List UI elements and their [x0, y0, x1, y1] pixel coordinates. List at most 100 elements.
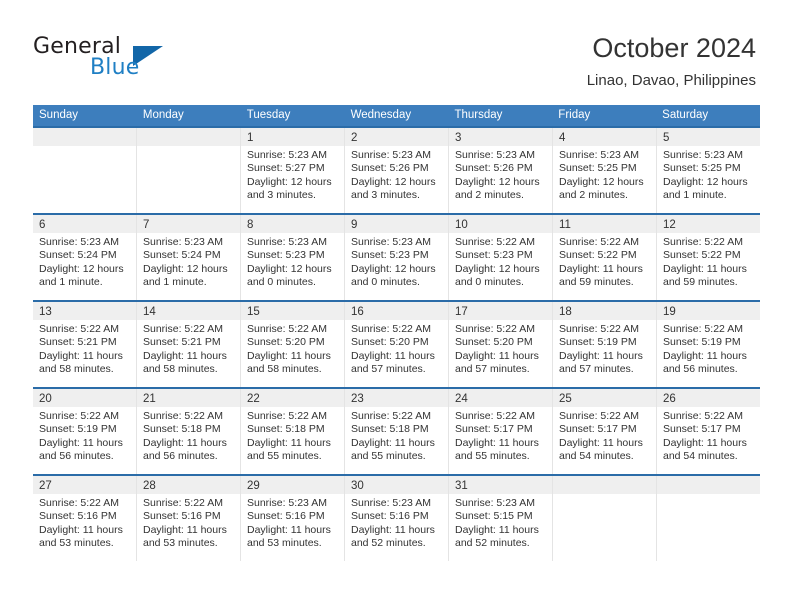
day-number: 12 — [663, 219, 676, 231]
page-title: October 2024 — [592, 33, 756, 63]
day-details: Sunrise: 5:22 AM Sunset: 5:20 PM Dayligh… — [241, 320, 344, 376]
sunset-text: Sunset: 5:16 PM — [143, 510, 221, 523]
day-number: 7 — [143, 219, 150, 231]
sunrise-text: Sunrise: 5:23 AM — [247, 497, 327, 509]
day-cell[interactable]: 17 Sunrise: 5:22 AM Sunset: 5:20 PM Dayl… — [449, 302, 553, 387]
day-number: 14 — [143, 306, 156, 318]
sunrise-text: Sunrise: 5:23 AM — [143, 236, 223, 248]
title-block: October 2024 Linao, Davao, Philippines — [587, 32, 756, 90]
day-number-band — [33, 128, 136, 146]
daylight-text-line1: Daylight: 11 hours — [351, 349, 435, 362]
day-cell[interactable]: 16 Sunrise: 5:22 AM Sunset: 5:20 PM Dayl… — [345, 302, 449, 387]
day-number-band: 17 — [449, 302, 552, 320]
day-cell[interactable]: 24 Sunrise: 5:22 AM Sunset: 5:17 PM Dayl… — [449, 389, 553, 474]
sunset-text: Sunset: 5:18 PM — [143, 423, 221, 436]
day-number: 9 — [351, 219, 358, 231]
daylight-text-line1: Daylight: 11 hours — [663, 349, 747, 362]
day-cell[interactable]: 14 Sunrise: 5:22 AM Sunset: 5:21 PM Dayl… — [137, 302, 241, 387]
day-cell[interactable]: 11 Sunrise: 5:22 AM Sunset: 5:22 PM Dayl… — [553, 215, 657, 300]
day-number: 11 — [559, 219, 571, 231]
day-number-band: 29 — [241, 476, 344, 494]
daylight-text-line2: and 52 minutes. — [351, 536, 426, 549]
day-cell[interactable]: 20 Sunrise: 5:22 AM Sunset: 5:19 PM Dayl… — [33, 389, 137, 474]
day-number: 26 — [663, 393, 676, 405]
sunrise-text: Sunrise: 5:23 AM — [39, 236, 119, 248]
week-row: 13 Sunrise: 5:22 AM Sunset: 5:21 PM Dayl… — [33, 300, 760, 387]
weekday-header-row: Sunday Monday Tuesday Wednesday Thursday… — [33, 105, 760, 126]
sunset-text: Sunset: 5:26 PM — [351, 162, 429, 175]
day-cell[interactable]: 31 Sunrise: 5:23 AM Sunset: 5:15 PM Dayl… — [449, 476, 553, 561]
daylight-text-line2: and 3 minutes. — [247, 188, 316, 201]
daylight-text-line2: and 2 minutes. — [559, 188, 628, 201]
day-cell — [33, 128, 137, 213]
day-cell[interactable]: 8 Sunrise: 5:23 AM Sunset: 5:23 PM Dayli… — [241, 215, 345, 300]
weekday-header-sunday: Sunday — [39, 109, 79, 121]
daylight-text-line1: Daylight: 11 hours — [351, 523, 435, 536]
day-number-band — [137, 128, 240, 146]
day-number-band: 3 — [449, 128, 552, 146]
day-details: Sunrise: 5:23 AM Sunset: 5:23 PM Dayligh… — [241, 233, 344, 289]
day-cell[interactable]: 13 Sunrise: 5:22 AM Sunset: 5:21 PM Dayl… — [33, 302, 137, 387]
day-details: Sunrise: 5:23 AM Sunset: 5:16 PM Dayligh… — [345, 494, 448, 550]
day-cell[interactable]: 15 Sunrise: 5:22 AM Sunset: 5:20 PM Dayl… — [241, 302, 345, 387]
sunrise-text: Sunrise: 5:22 AM — [559, 323, 639, 335]
sunrise-text: Sunrise: 5:23 AM — [351, 497, 431, 509]
daylight-text-line1: Daylight: 11 hours — [559, 349, 643, 362]
day-cell — [137, 128, 241, 213]
day-cell[interactable]: 6 Sunrise: 5:23 AM Sunset: 5:24 PM Dayli… — [33, 215, 137, 300]
daylight-text-line2: and 57 minutes. — [455, 362, 530, 375]
day-details: Sunrise: 5:22 AM Sunset: 5:16 PM Dayligh… — [137, 494, 240, 550]
day-cell[interactable]: 28 Sunrise: 5:22 AM Sunset: 5:16 PM Dayl… — [137, 476, 241, 561]
day-cell[interactable]: 12 Sunrise: 5:22 AM Sunset: 5:22 PM Dayl… — [657, 215, 760, 300]
day-cell[interactable]: 21 Sunrise: 5:22 AM Sunset: 5:18 PM Dayl… — [137, 389, 241, 474]
day-cell[interactable]: 4 Sunrise: 5:23 AM Sunset: 5:25 PM Dayli… — [553, 128, 657, 213]
generalblue-logo[interactable]: General Blue — [33, 34, 183, 86]
day-cell[interactable]: 29 Sunrise: 5:23 AM Sunset: 5:16 PM Dayl… — [241, 476, 345, 561]
daylight-text-line2: and 57 minutes. — [559, 362, 634, 375]
day-number: 20 — [39, 393, 52, 405]
sunset-text: Sunset: 5:23 PM — [455, 249, 533, 262]
day-cell[interactable]: 1 Sunrise: 5:23 AM Sunset: 5:27 PM Dayli… — [241, 128, 345, 213]
day-cell[interactable]: 23 Sunrise: 5:22 AM Sunset: 5:18 PM Dayl… — [345, 389, 449, 474]
sunrise-text: Sunrise: 5:22 AM — [143, 410, 223, 422]
day-cell[interactable]: 2 Sunrise: 5:23 AM Sunset: 5:26 PM Dayli… — [345, 128, 449, 213]
day-cell[interactable]: 10 Sunrise: 5:22 AM Sunset: 5:23 PM Dayl… — [449, 215, 553, 300]
daylight-text-line1: Daylight: 11 hours — [351, 436, 435, 449]
day-number-band: 26 — [657, 389, 760, 407]
day-cell[interactable]: 25 Sunrise: 5:22 AM Sunset: 5:17 PM Dayl… — [553, 389, 657, 474]
day-cell[interactable]: 18 Sunrise: 5:22 AM Sunset: 5:19 PM Dayl… — [553, 302, 657, 387]
sunset-text: Sunset: 5:23 PM — [351, 249, 429, 262]
day-number-band: 15 — [241, 302, 344, 320]
sunset-text: Sunset: 5:17 PM — [455, 423, 533, 436]
daylight-text-line1: Daylight: 12 hours — [39, 262, 124, 275]
day-number-band: 2 — [345, 128, 448, 146]
sunrise-text: Sunrise: 5:23 AM — [247, 236, 327, 248]
day-details: Sunrise: 5:22 AM Sunset: 5:16 PM Dayligh… — [33, 494, 136, 550]
sunrise-text: Sunrise: 5:23 AM — [559, 149, 639, 161]
daylight-text-line1: Daylight: 11 hours — [455, 436, 539, 449]
daylight-text-line2: and 1 minute. — [143, 275, 207, 288]
day-number-band: 19 — [657, 302, 760, 320]
day-cell[interactable]: 30 Sunrise: 5:23 AM Sunset: 5:16 PM Dayl… — [345, 476, 449, 561]
day-number-band: 23 — [345, 389, 448, 407]
daylight-text-line2: and 1 minute. — [39, 275, 103, 288]
day-cell — [657, 476, 760, 561]
daylight-text-line2: and 59 minutes. — [559, 275, 634, 288]
weekday-header-wednesday: Wednesday — [350, 109, 412, 121]
day-number: 19 — [663, 306, 676, 318]
sunset-text: Sunset: 5:15 PM — [455, 510, 533, 523]
day-cell[interactable]: 3 Sunrise: 5:23 AM Sunset: 5:26 PM Dayli… — [449, 128, 553, 213]
day-cell[interactable]: 27 Sunrise: 5:22 AM Sunset: 5:16 PM Dayl… — [33, 476, 137, 561]
day-cell[interactable]: 26 Sunrise: 5:22 AM Sunset: 5:17 PM Dayl… — [657, 389, 760, 474]
day-number: 29 — [247, 480, 260, 492]
day-cell[interactable]: 22 Sunrise: 5:22 AM Sunset: 5:18 PM Dayl… — [241, 389, 345, 474]
daylight-text-line1: Daylight: 12 hours — [455, 175, 540, 188]
day-cell[interactable]: 9 Sunrise: 5:23 AM Sunset: 5:23 PM Dayli… — [345, 215, 449, 300]
day-number: 18 — [559, 306, 572, 318]
day-number: 8 — [247, 219, 254, 231]
day-number-band: 16 — [345, 302, 448, 320]
day-number-band: 8 — [241, 215, 344, 233]
day-cell[interactable]: 19 Sunrise: 5:22 AM Sunset: 5:19 PM Dayl… — [657, 302, 760, 387]
day-cell[interactable]: 7 Sunrise: 5:23 AM Sunset: 5:24 PM Dayli… — [137, 215, 241, 300]
day-cell[interactable]: 5 Sunrise: 5:23 AM Sunset: 5:25 PM Dayli… — [657, 128, 760, 213]
